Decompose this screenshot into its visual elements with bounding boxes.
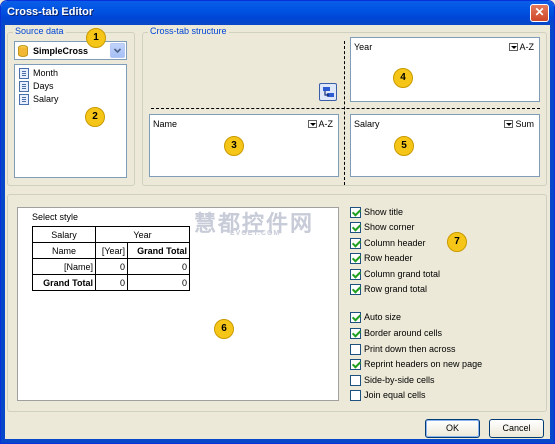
checkbox-box[interactable] [350,359,361,370]
data-field-box[interactable]: Salary Sum [350,114,540,177]
field-label: Month [33,68,59,78]
checkbox-box[interactable] [350,328,361,339]
cross-tab-editor-window: Cross-tab Editor ✕ Source data SimpleCro… [0,0,555,444]
checkbox-box[interactable] [350,238,361,249]
checkbox-label: Column grand total [364,269,441,279]
cancel-button[interactable]: Cancel [489,419,544,438]
checkbox-box[interactable] [350,390,361,401]
chevron-down-icon [113,48,122,54]
checkbox-label: Show title [364,207,404,217]
table-cell: Grand Total [32,274,96,291]
table-cell: [Name] [32,258,96,275]
table-cell: Name [32,242,96,259]
table-cell: Salary [32,226,96,243]
checkbox-label: Border around cells [364,328,443,338]
checkbox-label: Print down then across [364,344,456,354]
checkbox-label: Row grand total [364,284,428,294]
callout-badge-1: 1 [86,28,106,48]
checkbox-box[interactable] [350,269,361,280]
table-row: Grand Total 0 0 [32,274,190,291]
table-row: [Name] 0 0 [32,258,190,275]
select-style-label: Select style [32,212,79,222]
field-icon [19,68,29,79]
field-list[interactable]: Month Days Salary [14,64,127,178]
watermark: 慧都控件网 EVGET.COM [194,206,314,238]
sort-dropdown-icon [508,43,518,51]
combo-dropdown-button[interactable] [110,43,125,58]
checkbox-box[interactable] [350,344,361,355]
checkbox-label: Column header [364,238,426,248]
row-sort-dropdown[interactable]: A-Z [307,119,334,129]
row-sort-value: A-Z [318,119,334,129]
table-cell: 0 [127,258,190,275]
crosstab-structure-title: Cross-tab structure [148,26,229,36]
checkbox-label: Side-by-side cells [364,375,435,385]
checkbox-label: Join equal cells [364,390,426,400]
callout-badge-4: 4 [393,68,413,88]
swap-icon [323,87,334,97]
callout-badge-6: 6 [214,319,234,339]
table-cell: 0 [95,274,128,291]
callout-badge-3: 3 [224,136,244,156]
datasource-value: SimpleCross [33,46,89,56]
checkbox-label: Reprint headers on new page [364,359,483,369]
checkbox-box[interactable] [350,207,361,218]
checkbox-box[interactable] [350,222,361,233]
sort-dropdown-icon [504,120,514,128]
window-frame-bottom [1,439,554,443]
table-cell: Grand Total [127,242,190,259]
table-cell: 0 [127,274,190,291]
window-frame-left [1,25,5,443]
checkbox-box[interactable] [350,284,361,295]
callout-badge-5: 5 [394,136,414,156]
column-field-label: Year [354,42,373,52]
database-icon [18,45,28,57]
row-field-box[interactable]: Name A-Z [149,114,339,177]
table-row: Name [Year] Grand Total [32,242,190,259]
close-icon: ✕ [534,5,545,19]
ok-button[interactable]: OK [425,419,480,438]
data-aggregate-value: Sum [515,119,534,129]
callout-badge-2: 2 [85,107,105,127]
source-data-title: Source data [13,26,66,36]
column-sort-value: A-Z [519,42,535,52]
field-label: Salary [33,94,59,104]
checkbox-label: Show corner [364,222,415,232]
column-field-box[interactable]: Year A-Z [350,37,540,102]
sort-dropdown-icon [307,120,317,128]
window-title: Cross-tab Editor [7,6,94,18]
structure-divider-vertical [344,41,345,185]
swap-fields-button[interactable] [319,83,337,101]
data-aggregate-dropdown[interactable]: Sum [504,119,534,129]
table-cell: 0 [95,258,128,275]
callout-badge-7: 7 [447,232,467,252]
datasource-combo[interactable]: SimpleCross [14,41,127,60]
checkbox-label: Auto size [364,312,402,322]
title-bar[interactable]: Cross-tab Editor ✕ [1,1,554,25]
field-icon [19,94,29,105]
table-row: Salary Year [32,226,190,243]
checkbox-box[interactable] [350,375,361,386]
checkbox-box[interactable] [350,253,361,264]
data-field-label: Salary [354,119,380,129]
window-frame-right [550,25,554,443]
table-cell: [Year] [95,242,128,259]
table-cell: Year [95,226,190,243]
column-sort-dropdown[interactable]: A-Z [508,42,535,52]
checkbox-box[interactable] [350,312,361,323]
field-icon [19,81,29,92]
crosstab-preview-table: Salary Year Name [Year] Grand Total [Nam… [32,226,190,291]
close-button[interactable]: ✕ [530,4,549,22]
structure-divider-horizontal [151,108,540,109]
watermark-subtext: EVGET.COM [230,230,281,237]
field-label: Days [33,81,54,91]
checkbox-label: Row header [364,253,413,263]
row-field-label: Name [153,119,178,129]
